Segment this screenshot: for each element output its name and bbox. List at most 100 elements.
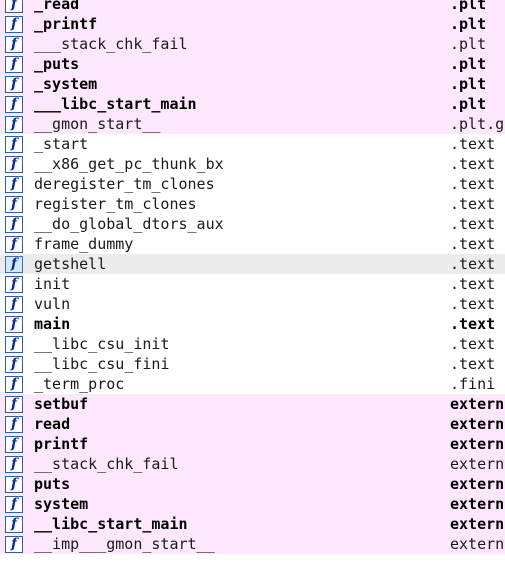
function-row[interactable]: f _read .plt	[0, 0, 505, 14]
function-segment: .text	[450, 295, 496, 313]
function-segment: .text	[450, 255, 496, 273]
function-segment: extern	[450, 515, 505, 533]
function-name: __libc_csu_init	[34, 335, 170, 353]
function-segment: .text	[450, 315, 496, 333]
function-segment: .text	[450, 355, 496, 373]
function-icon: f	[5, 256, 23, 273]
function-name: _system	[34, 75, 98, 93]
function-icon: f	[5, 56, 23, 73]
function-segment: .fini	[450, 375, 496, 393]
function-row[interactable]: f ___libc_start_main .plt	[0, 94, 505, 114]
function-icon: f	[5, 336, 23, 353]
function-name: __stack_chk_fail	[34, 455, 179, 473]
function-icon: f	[5, 16, 23, 33]
function-name: printf	[34, 435, 89, 453]
function-name: ___libc_start_main	[34, 95, 197, 113]
function-name: frame_dummy	[34, 235, 134, 253]
function-name: __imp___gmon_start__	[34, 535, 215, 553]
functions-list[interactable]: f _read .plt f _printf .plt f ___stack_c…	[0, 0, 505, 580]
function-icon: f	[5, 316, 23, 333]
function-row[interactable]: f __stack_chk_fail extern	[0, 454, 505, 474]
function-row[interactable]: f _printf .plt	[0, 14, 505, 34]
function-name: _printf	[34, 15, 98, 33]
function-segment: .plt	[450, 15, 487, 33]
function-row[interactable]: f __libc_start_main extern	[0, 514, 505, 534]
function-row[interactable]: f system extern	[0, 494, 505, 514]
function-row[interactable]: f main .text	[0, 314, 505, 334]
function-segment: .text	[450, 135, 496, 153]
function-row[interactable]: f deregister_tm_clones .text	[0, 174, 505, 194]
function-name: vuln	[34, 295, 71, 313]
function-icon: f	[5, 216, 23, 233]
function-name: ___stack_chk_fail	[34, 35, 188, 53]
function-icon: f	[5, 116, 23, 133]
function-icon: f	[5, 456, 23, 473]
function-name: read	[34, 415, 71, 433]
function-name: puts	[34, 475, 71, 493]
function-row[interactable]: f _term_proc .fini	[0, 374, 505, 394]
function-icon: f	[5, 156, 23, 173]
function-segment: .text	[450, 275, 496, 293]
function-row[interactable]: f _puts .plt	[0, 54, 505, 74]
function-name: _term_proc	[34, 375, 125, 393]
function-icon: f	[5, 516, 23, 533]
function-segment: extern	[450, 535, 505, 553]
function-icon: f	[5, 176, 23, 193]
function-row[interactable]: f __x86_get_pc_thunk_bx .text	[0, 154, 505, 174]
function-icon: f	[5, 36, 23, 53]
function-name: __do_global_dtors_aux	[34, 215, 224, 233]
function-row[interactable]: f __do_global_dtors_aux .text	[0, 214, 505, 234]
function-row[interactable]: f vuln .text	[0, 294, 505, 314]
function-name: __libc_csu_fini	[34, 355, 170, 373]
function-segment: .text	[450, 155, 496, 173]
function-segment: extern	[450, 455, 505, 473]
function-row[interactable]: f __gmon_start__ .plt.g	[0, 114, 505, 134]
function-segment: extern	[450, 435, 505, 453]
function-row[interactable]: f init .text	[0, 274, 505, 294]
function-segment: .text	[450, 235, 496, 253]
function-row[interactable]: f _system .plt	[0, 74, 505, 94]
function-segment: .plt	[450, 35, 487, 53]
function-row[interactable]: f puts extern	[0, 474, 505, 494]
function-row[interactable]: f printf extern	[0, 434, 505, 454]
function-icon: f	[5, 76, 23, 93]
function-name: deregister_tm_clones	[34, 175, 215, 193]
function-icon: f	[5, 436, 23, 453]
function-icon: f	[5, 196, 23, 213]
function-segment: extern	[450, 395, 505, 413]
function-row[interactable]: f _start .text	[0, 134, 505, 154]
function-segment: .text	[450, 195, 496, 213]
function-row[interactable]: f ___stack_chk_fail .plt	[0, 34, 505, 54]
function-segment: .text	[450, 335, 496, 353]
function-row-selected[interactable]: f getshell .text	[0, 254, 505, 274]
function-icon: f	[5, 0, 23, 13]
function-icon: f	[5, 356, 23, 373]
function-segment: .text	[450, 175, 496, 193]
function-row[interactable]: f read extern	[0, 414, 505, 434]
function-segment: .plt.g	[450, 115, 505, 133]
function-icon: f	[5, 296, 23, 313]
function-name: system	[34, 495, 89, 513]
function-icon: f	[5, 476, 23, 493]
function-icon: f	[5, 396, 23, 413]
function-row[interactable]: f __libc_csu_init .text	[0, 334, 505, 354]
function-name: setbuf	[34, 395, 89, 413]
function-icon: f	[5, 376, 23, 393]
function-row[interactable]: f __imp___gmon_start__ extern	[0, 534, 505, 554]
function-row[interactable]: f register_tm_clones .text	[0, 194, 505, 214]
function-name: main	[34, 315, 71, 333]
function-segment: extern	[450, 475, 505, 493]
function-segment: .plt	[450, 55, 487, 73]
empty-list-area	[0, 554, 505, 580]
function-name: init	[34, 275, 71, 293]
function-name: _start	[34, 135, 89, 153]
function-name: _read	[34, 0, 80, 13]
function-name: __libc_start_main	[34, 515, 188, 533]
function-row[interactable]: f __libc_csu_fini .text	[0, 354, 505, 374]
function-name: getshell	[34, 255, 107, 273]
function-icon: f	[5, 496, 23, 513]
function-row[interactable]: f frame_dummy .text	[0, 234, 505, 254]
function-row[interactable]: f setbuf extern	[0, 394, 505, 414]
function-segment: .text	[450, 215, 496, 233]
function-name: _puts	[34, 55, 80, 73]
